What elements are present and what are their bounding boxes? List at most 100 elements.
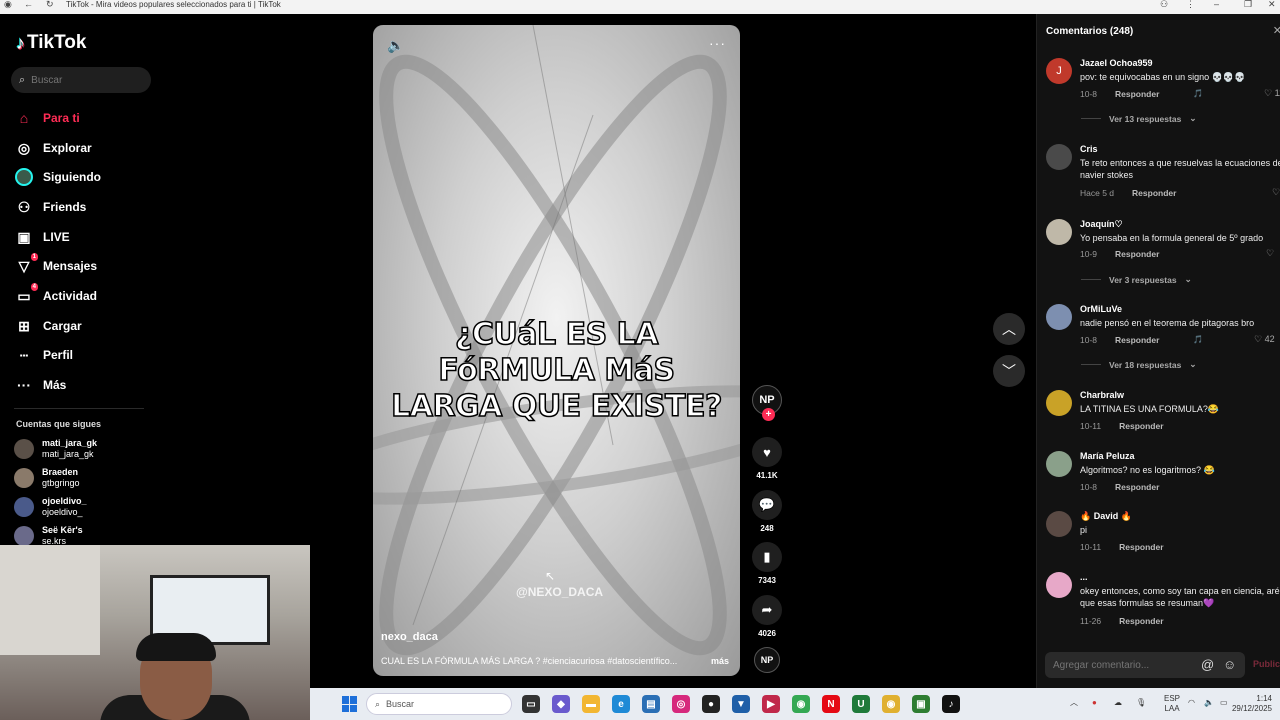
following-account[interactable]: mati_jara_gk mati_jara_gk: [14, 438, 97, 460]
menu-dots-icon[interactable]: ⋮: [1186, 0, 1195, 9]
follow-plus-icon[interactable]: +: [762, 408, 775, 421]
reply-button[interactable]: Responder: [1115, 482, 1159, 492]
volume-tray-icon[interactable]: 🔈: [1204, 698, 1214, 708]
following-account[interactable]: ojoeldivo_ ojoeldivo_: [14, 496, 87, 518]
taskbar-search[interactable]: ⌕ Buscar: [366, 693, 512, 715]
heart-icon[interactable]: ♥: [752, 437, 782, 467]
copilot-icon[interactable]: ◆: [552, 695, 570, 713]
game-app-icon[interactable]: ▣: [912, 695, 930, 713]
nav-explorar[interactable]: ◎ Explorar: [15, 138, 92, 158]
publish-button[interactable]: Publicar: [1253, 659, 1280, 669]
avatar[interactable]: [1046, 451, 1072, 477]
minimize-icon[interactable]: –: [1214, 0, 1219, 9]
comment-username[interactable]: OrMiLuVe: [1080, 304, 1122, 314]
upwork-icon[interactable]: U: [852, 695, 870, 713]
following-account[interactable]: Braeden gtbgringo: [14, 467, 80, 489]
comment-like[interactable]: ♡ 11: [1264, 88, 1280, 99]
comment-username[interactable]: María Peluza: [1080, 451, 1135, 461]
comment-username[interactable]: 🔥 David 🔥: [1080, 511, 1132, 522]
wifi-icon[interactable]: ◠: [1188, 698, 1195, 708]
comment-like[interactable]: ♡ 42: [1254, 334, 1275, 345]
tray-cloud-icon[interactable]: ☁: [1114, 698, 1122, 708]
comment-username[interactable]: Cris: [1080, 144, 1098, 154]
next-video-button[interactable]: ﹀: [993, 355, 1025, 387]
tray-status-icon[interactable]: ●: [1092, 698, 1097, 708]
reload-icon[interactable]: ↻: [46, 0, 54, 9]
search-input[interactable]: [31, 74, 132, 86]
comment-username[interactable]: Joaquín♡: [1080, 219, 1123, 230]
avatar[interactable]: [1046, 511, 1072, 537]
view-replies-button[interactable]: Ver 13 respuestas ⌄: [1081, 113, 1196, 124]
reply-button[interactable]: Responder: [1119, 421, 1163, 431]
sound-disc-icon[interactable]: NP: [754, 647, 780, 673]
view-replies-button[interactable]: Ver 3 respuestas ⌄: [1081, 274, 1192, 285]
avatar[interactable]: J: [1046, 58, 1072, 84]
comment-input[interactable]: [1053, 659, 1193, 671]
netflix-icon[interactable]: N: [822, 695, 840, 713]
avatar[interactable]: [1046, 144, 1072, 170]
edge-icon[interactable]: e: [612, 695, 630, 713]
nav-cargar[interactable]: ⊞ Cargar: [15, 316, 82, 336]
avatar[interactable]: [1046, 390, 1072, 416]
chrome-dev-icon[interactable]: ◉: [882, 695, 900, 713]
close-icon[interactable]: ✕: [1273, 24, 1280, 37]
save-button[interactable]: ▮ 7343: [750, 542, 784, 585]
nav-para-ti[interactable]: ⌂ Para ti: [15, 108, 80, 128]
emoji-icon[interactable]: ☺: [1223, 657, 1236, 672]
chrome-icon[interactable]: ◉: [792, 695, 810, 713]
comment-button[interactable]: 💬 248: [750, 490, 784, 533]
avatar[interactable]: [1046, 304, 1072, 330]
media-app-icon[interactable]: ▶: [762, 695, 780, 713]
avatar[interactable]: [1046, 219, 1072, 245]
close-window-icon[interactable]: ✕: [1268, 0, 1276, 9]
file-explorer-icon[interactable]: ▬: [582, 695, 600, 713]
tiktok-logo[interactable]: ♪ TikTok: [16, 32, 86, 54]
nav-actividad[interactable]: ▭ 4 Actividad: [15, 283, 97, 306]
store-icon[interactable]: ▤: [642, 695, 660, 713]
comment-like[interactable]: ♡: [1266, 248, 1274, 259]
description-more-link[interactable]: más: [711, 656, 729, 666]
video-author[interactable]: nexo_daca: [381, 631, 438, 643]
reply-button[interactable]: Responder: [1119, 616, 1163, 626]
tray-chevron-icon[interactable]: ︿: [1070, 698, 1078, 708]
comment-username[interactable]: ...: [1080, 572, 1088, 582]
sound-disc-button[interactable]: NP: [750, 647, 784, 673]
language-indicator[interactable]: ESP LAA: [1164, 694, 1180, 714]
reply-button[interactable]: Responder: [1119, 542, 1163, 552]
security-icon[interactable]: ▼: [732, 695, 750, 713]
share-button[interactable]: ➦ 4026: [750, 595, 784, 638]
view-replies-button[interactable]: Ver 18 respuestas ⌄: [1081, 359, 1196, 370]
tray-mic-icon[interactable]: 🎙: [1136, 698, 1146, 708]
share-icon[interactable]: ➦: [752, 595, 782, 625]
nav-live[interactable]: ▣ LIVE: [15, 227, 69, 247]
nav-mensajes[interactable]: ▽ 1 Mensajes: [15, 253, 97, 276]
reply-button[interactable]: Responder: [1115, 249, 1159, 259]
nav-friends[interactable]: ⚇ Friends: [15, 197, 87, 217]
windows-start-icon[interactable]: [342, 696, 358, 712]
following-account[interactable]: Seë Kēr's se.krs: [14, 525, 83, 547]
back-icon[interactable]: ←: [24, 0, 33, 9]
previous-video-button[interactable]: ︿: [993, 313, 1025, 345]
mention-icon[interactable]: @: [1201, 657, 1214, 672]
nav-siguiendo[interactable]: Siguiendo: [15, 167, 101, 187]
add-comment-box[interactable]: @ ☺: [1045, 652, 1245, 678]
reply-button[interactable]: Responder: [1115, 335, 1159, 345]
clock[interactable]: 1:14 29/12/2025: [1224, 694, 1272, 714]
avatar[interactable]: NP +: [752, 385, 782, 421]
comment-username[interactable]: Jazael Ochoa959: [1080, 58, 1153, 68]
volume-icon[interactable]: 🔈: [387, 37, 404, 54]
instagram-icon[interactable]: ◎: [672, 695, 690, 713]
reply-button[interactable]: Responder: [1132, 188, 1176, 198]
video-more-icon[interactable]: ···: [709, 35, 726, 51]
comment-like[interactable]: ♡: [1272, 187, 1280, 198]
avatar[interactable]: [1046, 572, 1072, 598]
like-button[interactable]: ♥ 41.1K: [750, 437, 784, 480]
nav-mas[interactable]: ··· Más: [15, 375, 66, 395]
nav-perfil[interactable]: ▪▪▪ Perfil: [15, 345, 73, 365]
app-icon[interactable]: ●: [702, 695, 720, 713]
video-player[interactable]: 🔈 ··· ¿CUáL ES LA FóRMULA MáS LARGA QUE …: [373, 25, 740, 676]
task-view-icon[interactable]: ▭: [522, 695, 540, 713]
creator-avatar-button[interactable]: NP +: [750, 385, 784, 421]
maximize-icon[interactable]: ❐: [1244, 0, 1252, 9]
comment-icon[interactable]: 💬: [752, 490, 782, 520]
